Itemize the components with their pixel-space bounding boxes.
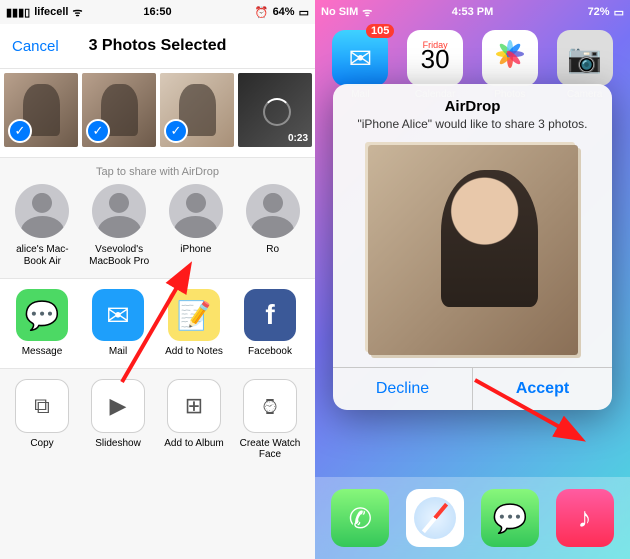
camera-app-icon: 📷 xyxy=(557,30,613,86)
phone-app-icon[interactable]: ✆ xyxy=(331,489,389,547)
mail-app-icon: ✉︎105 xyxy=(332,30,388,86)
decline-button[interactable]: Decline xyxy=(333,368,473,410)
action-slideshow[interactable]: ▶ Slideshow xyxy=(80,379,156,461)
airdrop-targets-row: alice's Mac- Book Air Vsevolod's MacBook… xyxy=(0,184,315,278)
airdrop-target[interactable]: Ro xyxy=(235,184,311,268)
airdrop-dialog: AirDrop "iPhone Alice" would like to sha… xyxy=(333,84,612,410)
airdrop-target-label: Ro xyxy=(266,244,279,256)
nav-bar: Cancel 3 Photos Selected xyxy=(0,24,315,69)
photo-thumb[interactable]: ✓ xyxy=(82,73,156,147)
share-app-message[interactable]: 💬 Message xyxy=(4,289,80,358)
slideshow-icon: ▶ xyxy=(91,379,145,433)
share-app-facebook[interactable]: f Facebook xyxy=(232,289,308,358)
selected-check-icon: ✓ xyxy=(8,119,32,143)
action-label: Create Watch Face xyxy=(232,438,308,461)
loading-spinner-icon xyxy=(263,98,291,126)
share-app-label: Mail xyxy=(109,346,127,358)
share-apps-row[interactable]: 💬 Message ✉︎ Mail 📝 Add to Notes f Facebook xyxy=(0,278,315,368)
message-icon: 💬 xyxy=(16,289,68,341)
airdrop-target[interactable]: iPhone xyxy=(158,184,234,268)
calendar-date: 30 xyxy=(421,44,450,75)
mail-icon: ✉︎ xyxy=(92,289,144,341)
photo-strip[interactable]: ✓ ✓ ✓ 0:23 xyxy=(0,69,315,158)
action-watchface[interactable]: ⌚︎ Create Watch Face xyxy=(232,379,308,461)
accept-button[interactable]: Accept xyxy=(473,368,612,410)
music-app-icon[interactable]: ♪ xyxy=(556,489,614,547)
share-sheet-screen: ▮▮▮▯ lifecell ᯤ 16:50 ⏰ 64% ▭ Cancel 3 P… xyxy=(0,0,315,559)
dock: ✆ 💬 ♪ xyxy=(315,477,630,559)
clock: 4:53 PM xyxy=(315,6,630,18)
share-app-label: Facebook xyxy=(248,346,292,358)
selected-check-icon: ✓ xyxy=(164,119,188,143)
watchface-icon: ⌚︎ xyxy=(243,379,297,433)
actions-row[interactable]: ⧉ Copy ▶ Slideshow ⊞ Add to Album ⌚︎ Create … xyxy=(0,368,315,471)
photo-thumb[interactable]: ✓ xyxy=(160,73,234,147)
facebook-icon: f xyxy=(244,289,296,341)
airdrop-receive-screen: No SIMᯤ 4:53 PM 72%▭ ✉︎105 Mail Friday30… xyxy=(315,0,630,559)
airdrop-hint: Tap to share with AirDrop xyxy=(0,158,315,184)
airdrop-target[interactable]: Vsevolod's MacBook Pro xyxy=(81,184,157,268)
cancel-button[interactable]: Cancel xyxy=(12,38,72,55)
airdrop-target[interactable]: alice's Mac- Book Air xyxy=(4,184,80,268)
share-app-label: Message xyxy=(22,346,63,358)
photo-thumb[interactable]: ✓ xyxy=(4,73,78,147)
messages-app-icon[interactable]: 💬 xyxy=(481,489,539,547)
action-label: Add to Album xyxy=(164,438,223,450)
share-app-mail[interactable]: ✉︎ Mail xyxy=(80,289,156,358)
share-app-label: Add to Notes xyxy=(165,346,223,358)
calendar-app-icon: Friday30 xyxy=(407,30,463,86)
copy-icon: ⧉ xyxy=(15,379,69,433)
action-copy[interactable]: ⧉ Copy xyxy=(4,379,80,461)
airdrop-target-label: Vsevolod's MacBook Pro xyxy=(81,244,157,268)
safari-app-icon[interactable] xyxy=(406,489,464,547)
dialog-subtitle: "iPhone Alice" would like to share 3 pho… xyxy=(349,117,596,131)
contact-silhouette-icon xyxy=(15,184,69,238)
contact-silhouette-icon xyxy=(169,184,223,238)
video-thumb[interactable]: 0:23 xyxy=(238,73,312,147)
airdrop-preview-image xyxy=(368,145,578,355)
add-album-icon: ⊞ xyxy=(167,379,221,433)
airdrop-target-label: alice's Mac- Book Air xyxy=(4,244,80,268)
action-label: Slideshow xyxy=(95,438,141,450)
status-bar: ▮▮▮▯ lifecell ᯤ 16:50 ⏰ 64% ▭ xyxy=(0,0,315,24)
selected-check-icon: ✓ xyxy=(86,119,110,143)
contact-silhouette-icon xyxy=(92,184,146,238)
share-app-notes[interactable]: 📝 Add to Notes xyxy=(156,289,232,358)
nav-title: 3 Photos Selected xyxy=(72,37,243,55)
dialog-title: AirDrop xyxy=(349,98,596,115)
action-label: Copy xyxy=(30,438,53,450)
action-add-album[interactable]: ⊞ Add to Album xyxy=(156,379,232,461)
contact-silhouette-icon xyxy=(246,184,300,238)
video-duration: 0:23 xyxy=(288,133,308,144)
notes-icon: 📝 xyxy=(168,289,220,341)
badge: 105 xyxy=(366,24,394,38)
airdrop-target-label: iPhone xyxy=(180,244,211,256)
clock: 16:50 xyxy=(0,6,315,18)
photos-app-icon xyxy=(482,30,538,86)
status-bar: No SIMᯤ 4:53 PM 72%▭ xyxy=(315,0,630,24)
